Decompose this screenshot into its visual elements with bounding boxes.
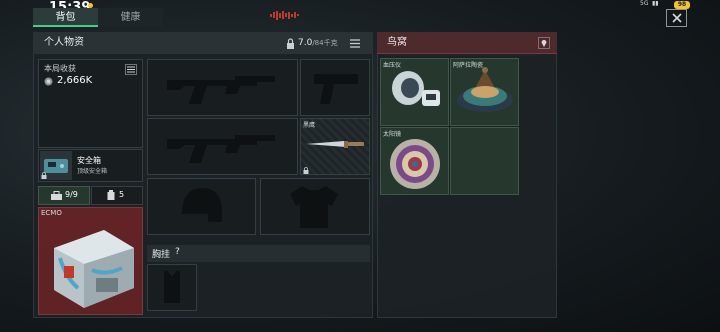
rifle-icon <box>167 135 275 163</box>
ornament-disc-icon <box>390 139 440 189</box>
blood-pressure-monitor-icon <box>392 71 440 106</box>
ecmo-machine-icon <box>54 230 134 308</box>
chest-rig-icon <box>164 271 180 303</box>
safebox-subtitle: 顶级安全箱 <box>77 168 108 175</box>
knife-icon <box>306 141 364 148</box>
pistol-icon <box>314 74 358 104</box>
lock-icon <box>303 167 309 174</box>
weight-value: 7.0 <box>298 38 313 48</box>
weight-max: /84千克 <box>312 39 338 47</box>
close-icon <box>671 13 682 23</box>
list-icon[interactable] <box>350 39 360 48</box>
battery-indicator: 98 <box>674 1 690 9</box>
safebox-name: 安全箱 <box>77 156 101 165</box>
earnings-label: 本局收获 <box>44 64 76 73</box>
container-count-b[interactable] <box>91 186 143 205</box>
list-icon <box>127 66 135 73</box>
lock-icon <box>41 172 47 179</box>
helmet-icon <box>182 188 222 222</box>
network-indicator: 5G <box>640 0 649 7</box>
help-icon[interactable]: ? <box>175 247 180 257</box>
rifle-icon <box>167 76 275 104</box>
knife-label: 黑鹰 <box>303 122 316 129</box>
earnings-value: 2,666K <box>57 75 93 86</box>
count-b-value: 5 <box>119 190 125 199</box>
weight-display: 7.0/84千克 <box>298 38 338 48</box>
ceramic-pot-icon <box>457 67 513 112</box>
chest-rig-header <box>147 245 370 262</box>
armor-icon <box>290 186 338 228</box>
loot-title: 鸟窝 <box>387 37 407 48</box>
location-pin-icon <box>541 40 547 47</box>
earnings-detail-button[interactable] <box>125 64 137 75</box>
bag-icon <box>107 190 115 200</box>
toolbox-icon <box>51 191 62 200</box>
tab-backpack[interactable]: 背包 <box>33 8 98 27</box>
voice-wave-icon <box>270 10 300 20</box>
tab-health[interactable]: 健康 <box>98 8 163 27</box>
ecmo-label: ECMO <box>41 209 62 217</box>
coin-icon <box>44 77 53 86</box>
personal-title: 个人物资 <box>44 37 84 48</box>
chest-rig-label: 胸挂 <box>152 250 171 260</box>
loot-location-button[interactable] <box>538 37 550 49</box>
signal-icon: ▮▮ <box>652 0 659 7</box>
empty-loot-slot[interactable] <box>450 127 519 195</box>
lock-icon <box>287 38 294 49</box>
close-button[interactable] <box>666 9 687 27</box>
container-count-a[interactable] <box>38 186 90 205</box>
count-a-value: 9/9 <box>65 190 78 199</box>
